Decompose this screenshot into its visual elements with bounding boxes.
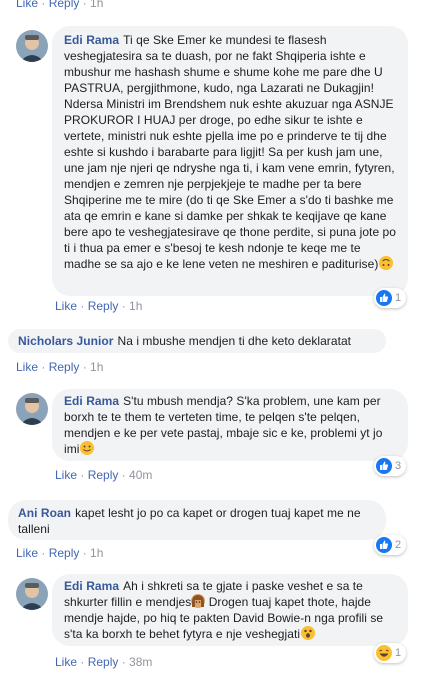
timestamp: 1h	[129, 299, 143, 313]
comment-text: Edi Rama S'tu mbush mendja? S'ka problem,…	[64, 394, 383, 456]
reply-link[interactable]: Reply	[49, 0, 80, 10]
comment-author[interactable]: Edi Rama	[64, 579, 119, 593]
like-link[interactable]: Like	[55, 299, 77, 313]
comment-bubble: Edi Rama Ti qe Ske Emer ke mundesi te fla…	[52, 26, 408, 296]
like-reaction-icon	[376, 458, 392, 474]
comment-text: Edi Rama Ah i shkreti sa te gjate i paske…	[64, 579, 384, 641]
reaction-count: 2	[395, 539, 402, 551]
comment-actions: Like · Reply · 1h	[55, 299, 143, 313]
like-link[interactable]: Like	[55, 468, 77, 482]
reply-link[interactable]: Reply	[49, 546, 80, 560]
upside-down-emoji	[379, 256, 394, 270]
reply-link[interactable]: Reply	[88, 299, 119, 313]
like-reaction-icon	[376, 537, 392, 553]
comment-actions: Like · Reply · 1h	[16, 360, 104, 374]
timestamp: 1h	[90, 0, 104, 10]
reaction-summary[interactable]: 2	[374, 535, 407, 555]
comment-author[interactable]: Ani Roan	[18, 506, 71, 520]
reaction-count: 1	[395, 292, 402, 304]
reply-link[interactable]: Reply	[88, 655, 119, 669]
comment-author[interactable]: Edi Rama	[64, 33, 119, 47]
reaction-count: 1	[395, 647, 402, 659]
like-reaction-icon	[376, 290, 392, 306]
comment-author[interactable]: Nicholars Junior	[18, 334, 114, 348]
top-comment-actions: Like · Reply · 1h	[16, 0, 103, 10]
timestamp: 40m	[129, 468, 153, 482]
reply-link[interactable]: Reply	[88, 468, 119, 482]
astonished-emoji	[301, 626, 316, 640]
comment-bubble: Edi Rama Ah i shkreti sa te gjate i paske…	[52, 574, 408, 646]
timestamp: 1h	[90, 546, 104, 560]
hair-woman-emoji	[191, 594, 206, 608]
comment-actions: Like · Reply · 40m	[55, 468, 153, 482]
comment-text: Edi Rama Ti qe Ske Emer ke mundesi te fla…	[64, 33, 396, 271]
timestamp: 1h	[90, 360, 104, 374]
reaction-count: 3	[395, 460, 402, 472]
comment-text: Ani Roan kapet lesht jo po ca kapet or dr…	[18, 506, 361, 536]
like-link[interactable]: Like	[55, 655, 77, 669]
like-link[interactable]: Like	[16, 546, 38, 560]
comment-author[interactable]: Edi Rama	[64, 394, 119, 408]
comment-bubble: Ani Roan kapet lesht jo po ca kapet or dr…	[8, 500, 386, 540]
reaction-summary[interactable]: 3	[374, 456, 407, 476]
reaction-summary[interactable]: 1	[374, 288, 407, 308]
comment-bubble: Nicholars Junior Na i mbushe mendjen ti d…	[8, 329, 386, 353]
avatar[interactable]	[16, 578, 48, 610]
comment-text: Nicholars Junior Na i mbushe mendjen ti d…	[18, 334, 352, 348]
smile-emoji	[80, 441, 95, 455]
timestamp: 38m	[129, 655, 153, 669]
haha-reaction-icon	[376, 645, 392, 661]
comment-actions: Like · Reply · 1h	[16, 546, 104, 560]
like-link[interactable]: Like	[16, 0, 38, 10]
reply-link[interactable]: Reply	[49, 360, 80, 374]
avatar[interactable]	[16, 393, 48, 425]
comment-bubble: Edi Rama S'tu mbush mendja? S'ka problem,…	[52, 389, 408, 461]
reaction-summary[interactable]: 1	[374, 643, 407, 663]
comment-actions: Like · Reply · 38m	[55, 655, 153, 669]
avatar[interactable]	[16, 30, 48, 62]
like-link[interactable]: Like	[16, 360, 38, 374]
